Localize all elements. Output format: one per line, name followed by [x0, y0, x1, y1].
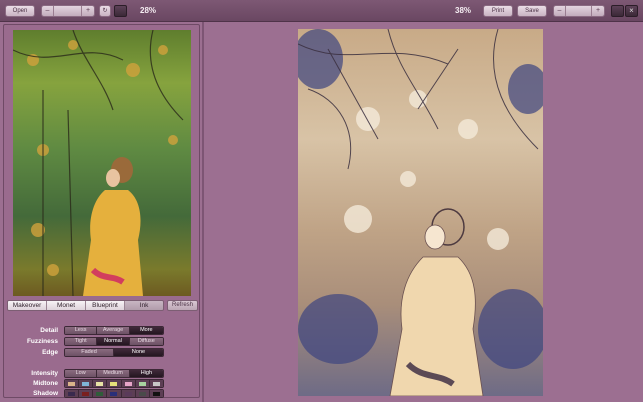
edge-options: Faded None — [64, 348, 164, 357]
save-button[interactable]: Save — [517, 5, 547, 17]
detail-average-option[interactable]: Average — [97, 327, 130, 334]
rotate-icon[interactable]: ↻ — [99, 5, 111, 17]
open-button[interactable]: Open — [5, 5, 35, 17]
close-icon[interactable]: × — [625, 5, 638, 17]
shadow-swatch[interactable] — [135, 390, 150, 397]
zoom-track[interactable] — [54, 6, 82, 16]
edge-label: Edge — [42, 349, 58, 356]
shadow-color-chip — [110, 392, 118, 396]
shadow-color-chip — [138, 392, 146, 396]
midtone-swatch[interactable] — [135, 380, 150, 387]
detail-label: Detail — [40, 327, 58, 334]
shadow-color-chip — [152, 392, 160, 396]
shadow-swatch[interactable] — [93, 390, 108, 397]
tab-blueprint[interactable]: Blueprint — [86, 301, 125, 310]
compare-icon[interactable] — [114, 5, 127, 17]
shadow-swatch[interactable] — [107, 390, 122, 397]
midtone-color-chip — [152, 382, 160, 386]
left-zoom-level: 28% — [140, 6, 157, 15]
midtone-swatch[interactable] — [149, 380, 163, 387]
intensity-medium-option[interactable]: Medium — [97, 370, 130, 377]
midtone-swatch[interactable] — [65, 380, 80, 387]
edge-faded-option[interactable]: Faded — [65, 349, 115, 356]
zoom-in-icon[interactable]: + — [82, 6, 94, 16]
shadow-swatch[interactable] — [149, 390, 163, 397]
shadow-color-chip — [96, 392, 104, 396]
left-zoom-slider[interactable]: – + — [41, 5, 95, 17]
shadow-color-chip — [68, 392, 75, 396]
midtone-color-chip — [124, 382, 132, 386]
midtone-swatch[interactable] — [107, 380, 122, 387]
fuzziness-options: Tight Normal Diffuse — [64, 337, 164, 346]
shadow-color-chip — [82, 392, 90, 396]
top-toolbar: Open – + ↻ 28% 38% Print Save – + × — [0, 0, 643, 22]
fuzziness-tight-option[interactable]: Tight — [65, 338, 98, 345]
shadow-swatch[interactable] — [121, 390, 136, 397]
detail-less-option[interactable]: Less — [65, 327, 98, 334]
shadow-label: Shadow — [33, 390, 58, 397]
shadow-color-chip — [124, 392, 132, 396]
midtone-color-chip — [82, 382, 90, 386]
zoom-track[interactable] — [566, 6, 592, 16]
fuzziness-normal-option[interactable]: Normal — [97, 338, 130, 345]
zoom-out-icon[interactable]: – — [554, 6, 566, 16]
intensity-options: Low Medium High — [64, 369, 164, 378]
midtone-swatches — [64, 379, 164, 388]
right-zoom-slider[interactable]: – + — [553, 5, 605, 17]
midtone-label: Midtone — [33, 380, 58, 387]
zoom-in-icon[interactable]: + — [592, 6, 604, 16]
original-photo-illustration — [13, 30, 184, 296]
shadow-swatch[interactable] — [65, 390, 80, 397]
midtone-color-chip — [138, 382, 146, 386]
intensity-high-option[interactable]: High — [129, 370, 163, 377]
zoom-out-icon[interactable]: – — [42, 6, 54, 16]
fuzziness-label: Fuzziness — [26, 338, 58, 345]
midtone-swatch[interactable] — [93, 380, 108, 387]
detail-options: Less Average More — [64, 326, 164, 335]
style-tabs: Makeover Monet Blueprint Ink — [7, 300, 164, 311]
right-zoom-level: 38% — [455, 6, 472, 15]
tab-ink[interactable]: Ink — [125, 301, 163, 310]
tab-monet[interactable]: Monet — [47, 301, 86, 310]
ink-preview-image — [298, 29, 543, 396]
fullscreen-icon[interactable] — [611, 5, 624, 17]
midtone-swatch[interactable] — [121, 380, 136, 387]
refresh-button[interactable]: Refresh — [167, 300, 198, 311]
print-button[interactable]: Print — [483, 5, 513, 17]
tab-makeover[interactable]: Makeover — [8, 301, 47, 310]
original-photo — [13, 30, 191, 296]
edge-none-option[interactable]: None — [114, 349, 163, 356]
shadow-swatch[interactable] — [79, 390, 94, 397]
intensity-low-option[interactable]: Low — [65, 370, 98, 377]
midtone-color-chip — [110, 382, 118, 386]
midtone-color-chip — [96, 382, 104, 386]
fuzziness-diffuse-option[interactable]: Diffuse — [129, 338, 163, 345]
shadow-swatches — [64, 389, 164, 398]
detail-more-option[interactable]: More — [129, 327, 163, 334]
panel-divider[interactable] — [202, 22, 204, 402]
intensity-label: Intensity — [31, 370, 58, 377]
midtone-swatch[interactable] — [79, 380, 94, 387]
ink-preview-illustration — [298, 29, 543, 396]
midtone-color-chip — [68, 382, 75, 386]
